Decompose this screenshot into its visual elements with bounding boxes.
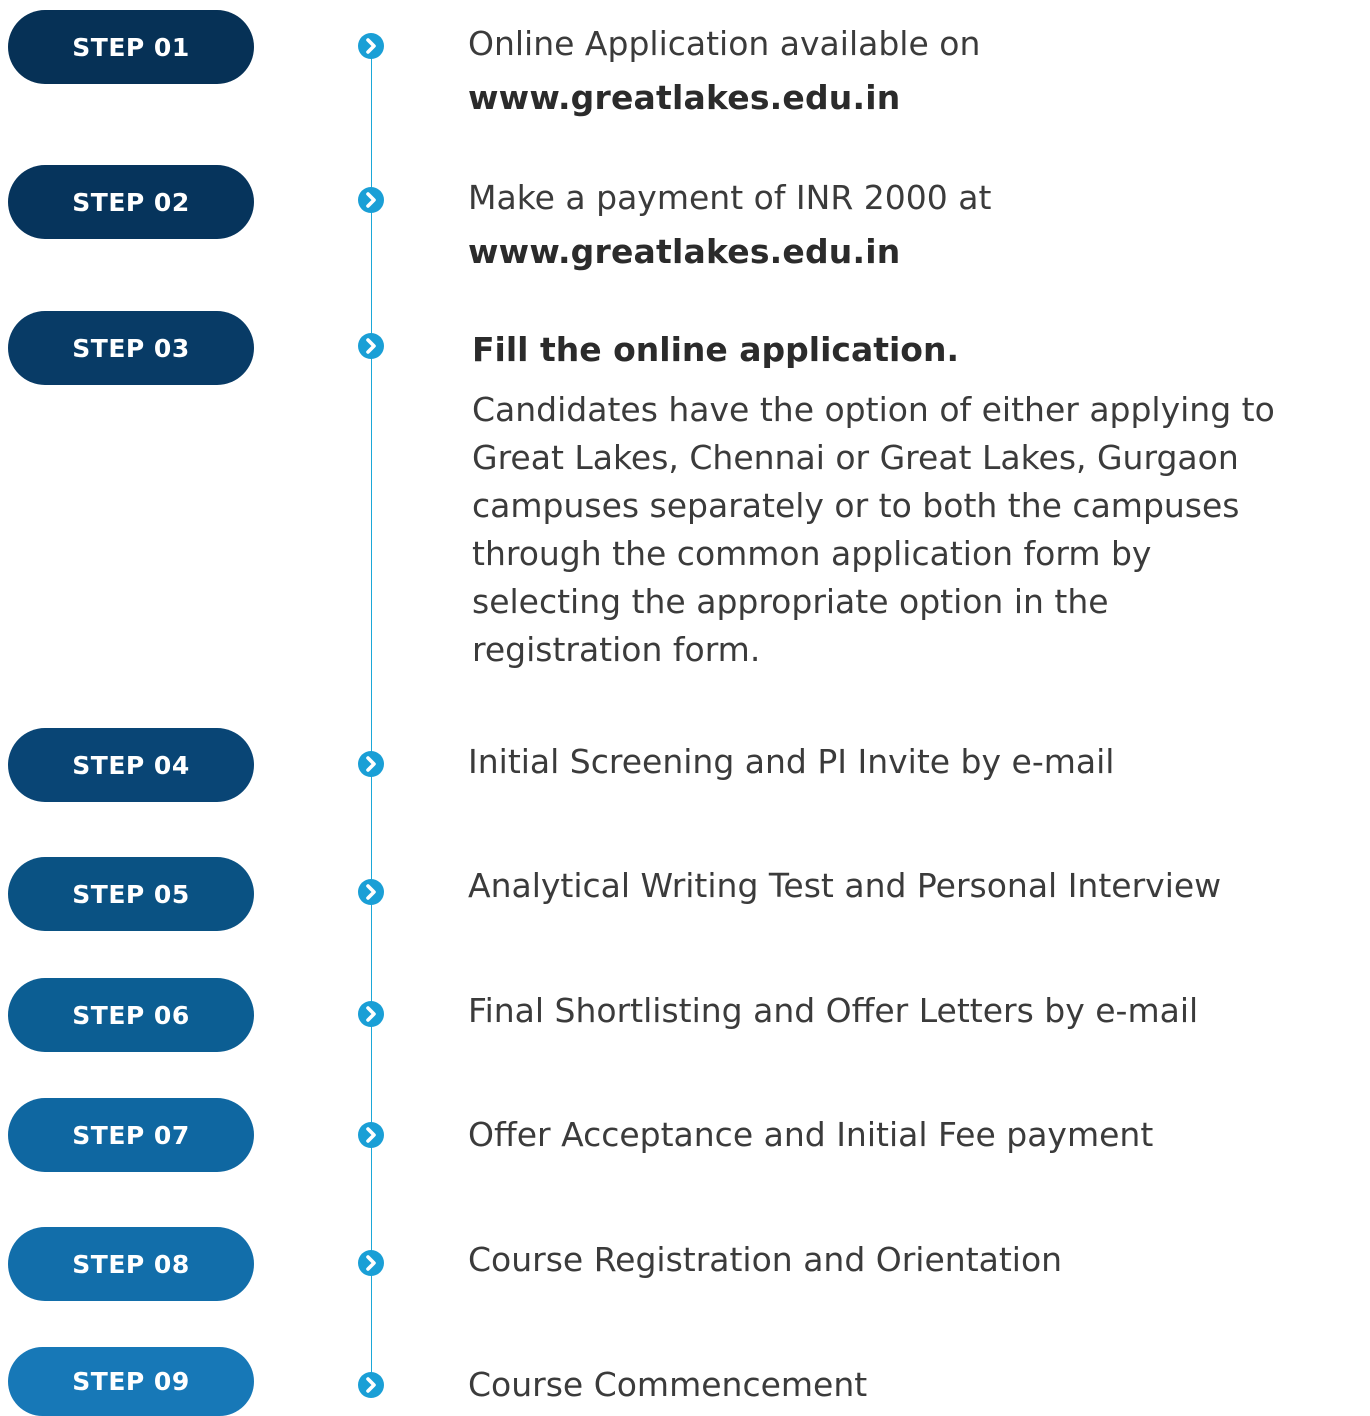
step-badge-label: STEP 06 <box>72 1000 190 1030</box>
chevron-right-icon <box>358 879 384 905</box>
step-text-07: Offer Acceptance and Initial Fee payment <box>468 1108 1153 1162</box>
step-badge-01: STEP 01 <box>8 10 254 84</box>
chevron-right-icon <box>358 1250 384 1276</box>
paragraph-line: Great Lakes, Chennai or Great Lakes, Gur… <box>472 438 1239 477</box>
chevron-right-icon <box>358 33 384 59</box>
step-badge-label: STEP 07 <box>72 1120 190 1150</box>
step-text-08: Course Registration and Orientation <box>468 1233 1062 1287</box>
chevron-right-icon <box>358 1372 384 1398</box>
timeline-line <box>371 44 372 1389</box>
step-badge-label: STEP 03 <box>72 333 190 363</box>
step-text-09: Course Commencement <box>468 1358 867 1412</box>
chevron-right-icon <box>358 751 384 777</box>
step-badge-04: STEP 04 <box>8 728 254 802</box>
step-badge-label: STEP 08 <box>72 1249 190 1279</box>
website-link[interactable]: www.greatlakes.edu.in <box>468 225 991 279</box>
chevron-right-icon <box>358 1001 384 1027</box>
step-badge-label: STEP 01 <box>72 32 190 62</box>
step-badge-06: STEP 06 <box>8 978 254 1052</box>
step-description: Make a payment of INR 2000 at <box>468 178 992 217</box>
step-badge-label: STEP 09 <box>72 1367 190 1396</box>
chevron-right-icon <box>358 187 384 213</box>
step-text-05: Analytical Writing Test and Personal Int… <box>468 859 1221 913</box>
chevron-right-icon <box>358 333 384 359</box>
step-badge-03: STEP 03 <box>8 311 254 385</box>
website-link[interactable]: www.greatlakes.edu.in <box>468 71 980 125</box>
step-badge-02: STEP 02 <box>8 165 254 239</box>
step-badge-label: STEP 05 <box>72 879 190 909</box>
step-description: Course Commencement <box>468 1365 868 1404</box>
step-description: Online Application available on <box>468 24 981 63</box>
paragraph-line: selecting the appropriate option in the <box>472 582 1109 621</box>
step-text-02: Make a payment of INR 2000 at www.greatl… <box>468 171 991 279</box>
step-description: Final Shortlisting and Offer Letters by … <box>468 991 1199 1030</box>
step-text-01: Online Application available on www.grea… <box>468 17 980 125</box>
step-text-04: Initial Screening and PI Invite by e-mai… <box>468 735 1114 789</box>
step-badge-08: STEP 08 <box>8 1227 254 1301</box>
paragraph-line: Candidates have the option of either app… <box>472 390 1275 429</box>
paragraph-line: through the common application form by <box>472 534 1152 573</box>
step-description: Analytical Writing Test and Personal Int… <box>468 866 1222 905</box>
step-badge-09: STEP 09 <box>8 1347 254 1416</box>
step-badge-07: STEP 07 <box>8 1098 254 1172</box>
step-paragraph-03: Candidates have the option of either app… <box>472 386 1362 674</box>
step-description: Course Registration and Orientation <box>468 1240 1063 1279</box>
step-text-06: Final Shortlisting and Offer Letters by … <box>468 984 1198 1038</box>
paragraph-line: campuses separately or to both the campu… <box>472 486 1240 525</box>
step-description: Offer Acceptance and Initial Fee payment <box>468 1115 1154 1154</box>
step-description: Initial Screening and PI Invite by e-mai… <box>468 742 1115 781</box>
step-badge-05: STEP 05 <box>8 857 254 931</box>
step-badge-label: STEP 04 <box>72 750 190 780</box>
step-badge-label: STEP 02 <box>72 187 190 217</box>
step-heading-03: Fill the online application. <box>472 330 960 369</box>
paragraph-line: registration form. <box>472 630 761 669</box>
chevron-right-icon <box>358 1122 384 1148</box>
